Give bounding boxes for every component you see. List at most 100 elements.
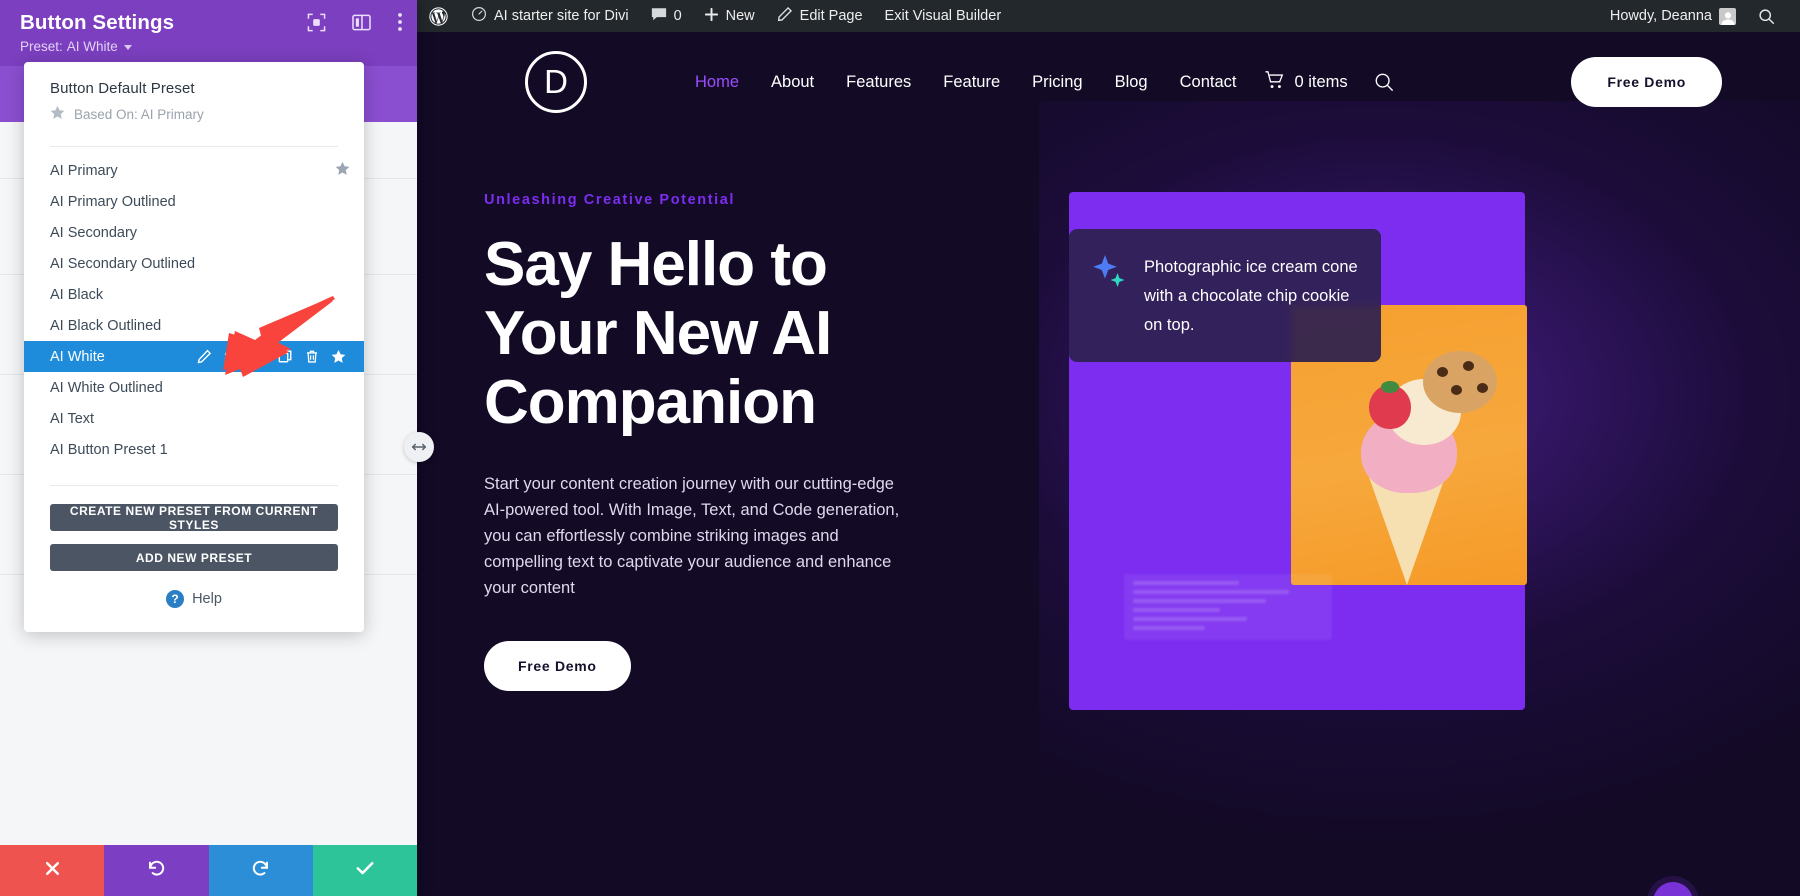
hero-heading: Say Hello to Your New AI Companion [484, 230, 977, 437]
chevron-down-icon [123, 45, 132, 50]
preset-item-ai-secondary-outlined[interactable]: AI Secondary Outlined [24, 248, 364, 279]
admin-bar-site-name[interactable]: AI starter site for Divi [460, 0, 640, 32]
hero-section: Unleashing Creative Potential Say Hello … [417, 132, 1800, 896]
check-icon [355, 859, 375, 882]
undo-button[interactable] [104, 845, 209, 896]
ai-prompt-text: Photographic ice cream cone with a choco… [1144, 258, 1358, 334]
help-label: Help [192, 591, 222, 607]
create-new-preset-button[interactable]: Create New Preset From Current Styles [50, 504, 338, 532]
dashboard-speedometer-icon [471, 6, 487, 26]
preset-dropdown-menu: Button Default Preset Based On: AI Prima… [24, 62, 364, 632]
admin-bar-left-group: AI starter site for Divi 0 New Edit Page… [417, 0, 1012, 32]
favorite-star-icon [50, 105, 65, 123]
nav-item-about[interactable]: About [755, 73, 830, 92]
admin-bar-comments[interactable]: 0 [640, 0, 693, 32]
focus-target-icon[interactable] [307, 13, 326, 32]
undo-arrow-icon [146, 858, 166, 883]
plus-icon [704, 7, 719, 26]
hero-paragraph: Start your content creation journey with… [484, 475, 900, 597]
chocolate-chip [1451, 385, 1462, 395]
user-avatar-icon [1719, 7, 1736, 25]
admin-bar-new[interactable]: New [693, 0, 766, 32]
pencil-icon [777, 6, 793, 26]
preset-dropdown-footer: Create New Preset From Current Styles Ad… [24, 465, 364, 622]
admin-bar-edit-page[interactable]: Edit Page [766, 0, 874, 32]
panel-header-icon-group [307, 12, 403, 32]
preset-item-ai-secondary[interactable]: AI Secondary [24, 217, 364, 248]
preset-item-ai-black[interactable]: AI Black [24, 279, 364, 310]
shopping-cart-icon [1264, 70, 1285, 94]
background-code-snippet [1124, 574, 1332, 640]
site-logo[interactable]: D [525, 51, 587, 113]
preset-item-ai-primary-outlined[interactable]: AI Primary Outlined [24, 186, 364, 217]
hero-visual: Photographic ice cream cone with a choco… [1069, 192, 1693, 896]
site-preview: D Home About Features Feature Pricing Bl… [417, 32, 1800, 896]
settings-gear-icon[interactable] [224, 349, 239, 364]
chocolate-chip [1463, 361, 1474, 371]
layout-columns-icon[interactable] [352, 14, 371, 31]
settings-panel-header: Button Settings Preset: AI White [0, 0, 417, 66]
chocolate-chip [1437, 367, 1448, 377]
horizontal-resize-icon[interactable] [404, 432, 434, 462]
default-preset-based-on: Based On: AI Primary [50, 105, 364, 123]
export-icon[interactable] [251, 349, 266, 364]
rename-pencil-icon[interactable] [197, 349, 212, 364]
admin-bar-exit-visual-builder[interactable]: Exit Visual Builder [874, 0, 1013, 32]
hero-free-demo-button[interactable]: Free Demo [484, 641, 631, 691]
settings-action-bar [0, 845, 417, 896]
save-button[interactable] [312, 845, 417, 896]
discard-changes-button[interactable] [0, 845, 105, 896]
wordpress-logo-icon[interactable] [417, 0, 460, 32]
delete-trash-icon[interactable] [305, 349, 319, 364]
ellipsis-options-icon[interactable] [1653, 882, 1693, 896]
nav-item-blog[interactable]: Blog [1099, 73, 1164, 92]
hero-eyebrow: Unleashing Creative Potential [484, 192, 736, 208]
admin-bar-search-icon[interactable] [1747, 0, 1786, 32]
default-preset-title: Button Default Preset [50, 80, 195, 97]
kebab-menu-icon[interactable] [397, 12, 403, 32]
preset-row-actions [197, 349, 350, 364]
nav-item-contact[interactable]: Contact [1164, 73, 1253, 92]
search-magnifier-icon[interactable] [1374, 72, 1394, 92]
site-header: D Home About Features Feature Pricing Bl… [417, 32, 1800, 132]
header-free-demo-button[interactable]: Free Demo [1571, 57, 1722, 107]
preset-item-ai-white[interactable]: AI White [24, 341, 364, 372]
favorite-star-icon[interactable] [335, 161, 350, 180]
close-x-icon [44, 860, 61, 882]
screen-root: D Home About Features Feature Pricing Bl… [0, 0, 1800, 896]
nav-item-features[interactable]: Features [830, 73, 927, 92]
redo-arrow-icon [251, 858, 271, 883]
strawberry-leaf-shape [1381, 381, 1399, 393]
preset-item-ai-button-preset-1[interactable]: AI Button Preset 1 [24, 434, 364, 465]
redo-button[interactable] [208, 845, 313, 896]
hero-heading-line-1: Say Hello to [484, 230, 828, 299]
duplicate-icon[interactable] [278, 349, 293, 364]
active-preset-selector[interactable]: Preset: AI White [20, 39, 399, 54]
ai-prompt-bubble: Photographic ice cream cone with a choco… [1069, 229, 1381, 362]
favorite-star-icon[interactable] [331, 349, 346, 364]
wordpress-admin-bar: AI starter site for Divi 0 New Edit Page… [417, 0, 1800, 32]
button-settings-panel: Button Settings Preset: AI White Button … [0, 0, 417, 896]
preset-item-ai-white-outlined[interactable]: AI White Outlined [24, 372, 364, 403]
cart-link[interactable]: 0 items [1264, 70, 1348, 94]
preset-item-ai-black-outlined[interactable]: AI Black Outlined [24, 310, 364, 341]
add-new-preset-button[interactable]: Add New Preset [50, 544, 338, 571]
preset-list: AI Primary AI Primary Outlined AI Second… [24, 147, 364, 465]
nav-item-feature[interactable]: Feature [927, 73, 1016, 92]
preset-item-ai-text[interactable]: AI Text [24, 403, 364, 434]
nav-item-pricing[interactable]: Pricing [1016, 73, 1098, 92]
preset-current-name: AI White [66, 39, 118, 54]
admin-bar-account[interactable]: Howdy, Deanna [1599, 0, 1747, 32]
help-link[interactable]: ? Help [50, 584, 338, 618]
cart-items-count: 0 items [1294, 72, 1348, 91]
nav-item-home[interactable]: Home [679, 73, 755, 92]
divider [50, 485, 338, 486]
hero-heading-line-3: Companion [484, 368, 817, 437]
chocolate-chip [1477, 383, 1488, 393]
main-navigation: Home About Features Feature Pricing Blog… [679, 70, 1394, 94]
default-preset-block[interactable]: Button Default Preset Based On: AI Prima… [24, 62, 364, 137]
comment-bubble-icon [651, 7, 667, 26]
preset-prefix-label: Preset: [20, 39, 63, 54]
preset-item-ai-primary[interactable]: AI Primary [24, 155, 364, 186]
admin-bar-right-group: Howdy, Deanna [1599, 0, 1800, 32]
